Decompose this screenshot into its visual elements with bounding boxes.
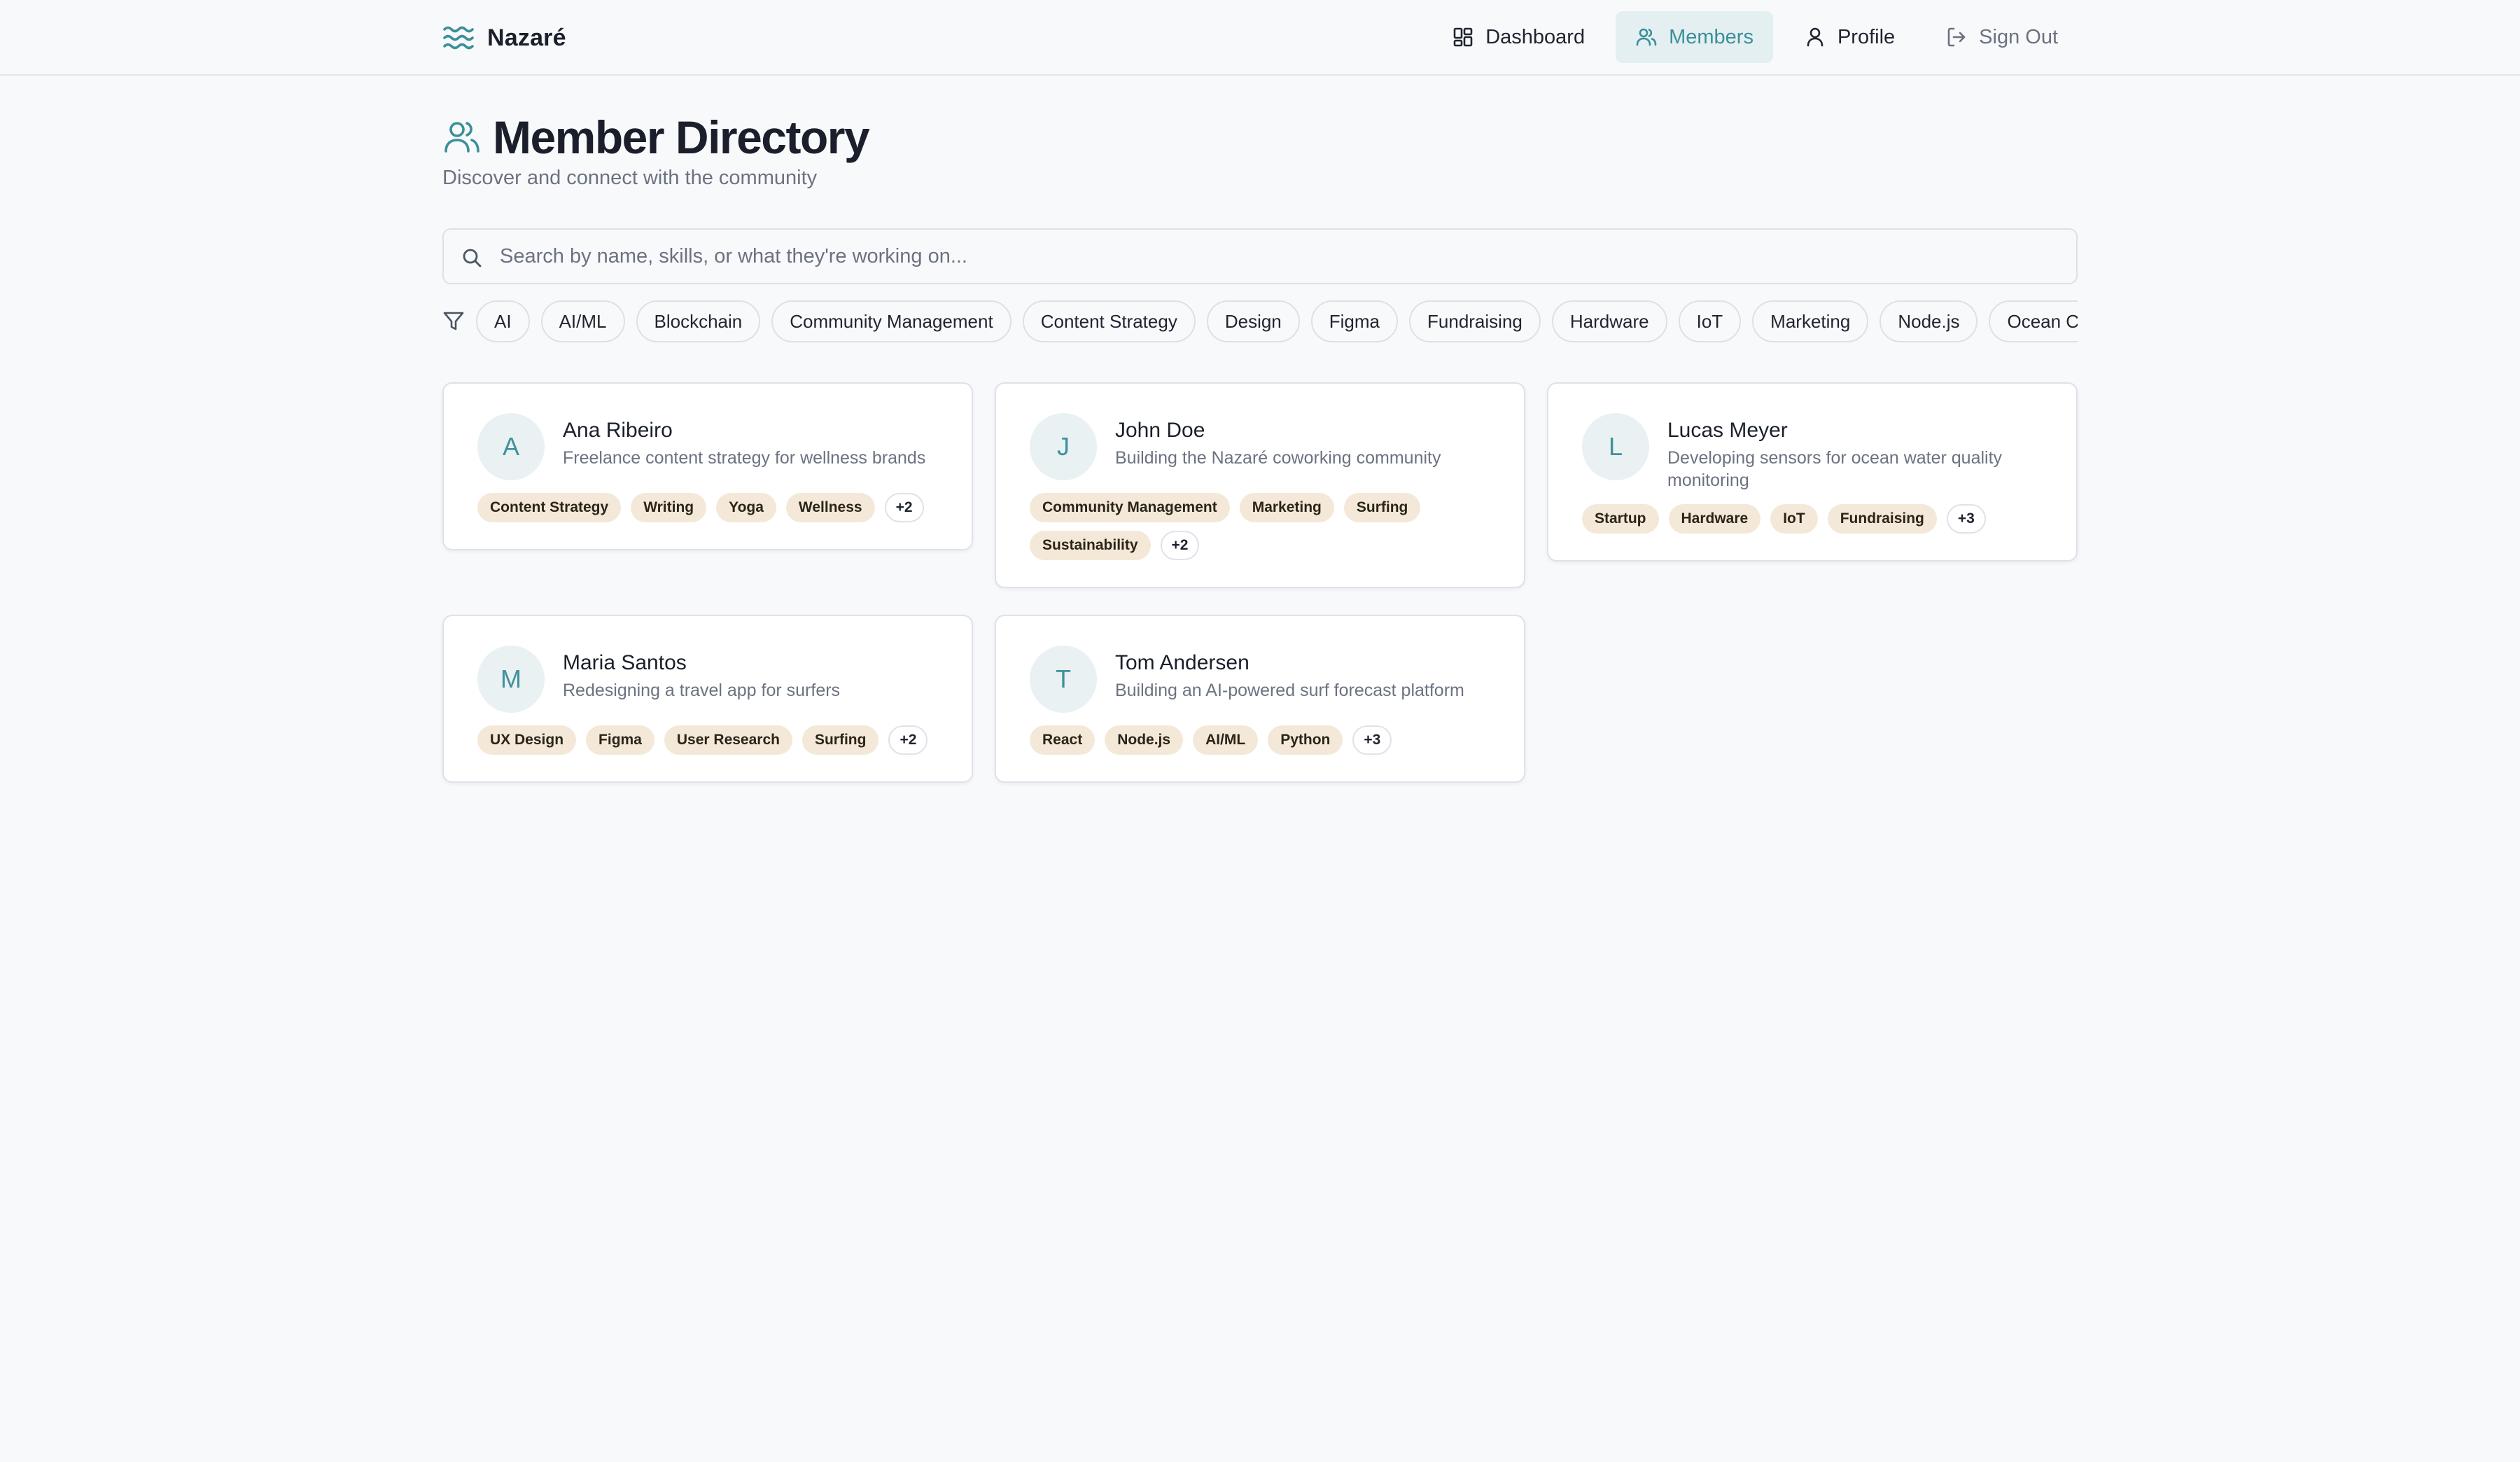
member-tags: Content Strategy Writing Yoga Wellness +… (477, 493, 939, 522)
search-icon (463, 249, 482, 267)
more-tags-badge: +3 (1352, 725, 1392, 755)
skill-tag: Figma (586, 725, 654, 755)
filter-chip-ai[interactable]: AI (476, 300, 530, 342)
skill-tag: Sustainability (1030, 531, 1151, 560)
filter-chip-iot[interactable]: IoT (1678, 300, 1742, 342)
brand-logo-link[interactable]: Nazaré (442, 20, 566, 56)
filter-chip-figma[interactable]: Figma (1310, 300, 1399, 342)
filter-chip-hardware[interactable]: Hardware (1551, 300, 1667, 342)
waves-icon (443, 26, 474, 50)
member-card[interactable]: M Maria Santos Redesigning a travel app … (442, 615, 973, 783)
skill-tag: Hardware (1668, 504, 1761, 534)
avatar: M (477, 646, 545, 713)
filter-chip-blockchain[interactable]: Blockchain (636, 300, 761, 342)
filter-chip-community-management[interactable]: Community Management (771, 300, 1011, 342)
member-name: Maria Santos (563, 651, 687, 674)
dashboard-grid-icon (1453, 27, 1473, 47)
sign-out-button[interactable]: Sign Out (1926, 11, 2078, 63)
nav-members-label: Members (1669, 25, 1754, 48)
filter-chip-design[interactable]: Design (1206, 300, 1300, 342)
main-nav: Dashboard Members Profile Sign Out (1432, 11, 2078, 63)
page-heading: Member Directory (442, 111, 870, 164)
skill-tag: UX Design (477, 725, 577, 755)
skill-tag: Content Strategy (477, 493, 622, 522)
skill-tag: React (1030, 725, 1096, 755)
search-box (442, 228, 2078, 284)
skill-tag: Marketing (1239, 493, 1334, 522)
filter-chip-fundraising[interactable]: Fundraising (1409, 300, 1541, 342)
skill-tag: Yoga (716, 493, 776, 522)
skill-tag: Node.js (1105, 725, 1184, 755)
avatar: L (1582, 413, 1649, 480)
member-name: John Doe (1115, 419, 1205, 442)
member-bio: Freelance content strategy for wellness … (563, 448, 926, 468)
log-out-icon (1947, 27, 1966, 47)
skill-tag: Wellness (785, 493, 875, 522)
member-card[interactable]: L Lucas Meyer Developing sensors for oce… (1547, 382, 2078, 562)
skill-tag: Surfing (802, 725, 879, 755)
filter-chip-list: AI AI/ML Blockchain Community Management… (476, 300, 2078, 342)
member-name: Tom Andersen (1115, 651, 1250, 674)
skill-tag: Fundraising (1827, 504, 1937, 534)
more-tags-badge: +2 (884, 493, 924, 522)
filter-chip-ai-ml[interactable]: AI/ML (540, 300, 625, 342)
skill-tag: Writing (631, 493, 707, 522)
skill-tag: User Research (664, 725, 792, 755)
nav-dashboard-label: Dashboard (1485, 25, 1586, 48)
filter-chip-marketing[interactable]: Marketing (1752, 300, 1869, 342)
users-icon (1636, 28, 1657, 46)
more-tags-badge: +2 (888, 725, 928, 755)
member-bio: Developing sensors for ocean water quali… (1667, 448, 2003, 490)
member-card[interactable]: T Tom Andersen Building an AI-powered su… (995, 615, 1525, 783)
filter-icon (443, 312, 464, 330)
search-input[interactable] (500, 230, 2054, 283)
member-card[interactable]: J John Doe Building the Nazaré coworking… (995, 382, 1525, 588)
member-tags: Community Management Marketing Surfing S… (1030, 493, 1492, 560)
skill-tag: AI/ML (1193, 725, 1259, 755)
member-tags: React Node.js AI/ML Python +3 (1030, 725, 1492, 755)
skill-filter-bar: AI AI/ML Blockchain Community Management… (442, 300, 2078, 343)
users-icon (444, 122, 479, 153)
top-navigation-bar: Nazaré Dashboard Members Profile Sign Ou… (0, 0, 2520, 76)
nav-profile[interactable]: Profile (1784, 11, 1914, 63)
filter-chip-content-strategy[interactable]: Content Strategy (1022, 300, 1196, 342)
user-icon (1807, 27, 1823, 47)
member-bio: Building an AI-powered surf forecast pla… (1115, 681, 1464, 700)
page-title: Member Directory (493, 111, 870, 163)
member-name: Lucas Meyer (1667, 419, 1788, 442)
sign-out-label: Sign Out (1979, 25, 2058, 48)
skill-tag: Startup (1582, 504, 1659, 534)
nav-members[interactable]: Members (1616, 11, 1773, 63)
skill-tag: Community Management (1030, 493, 1230, 522)
filter-chip-nodejs[interactable]: Node.js (1879, 300, 1978, 342)
avatar: A (477, 413, 545, 480)
member-bio: Redesigning a travel app for surfers (563, 681, 841, 700)
avatar: J (1030, 413, 1097, 480)
more-tags-badge: +3 (1946, 504, 1986, 534)
member-tags: UX Design Figma User Research Surfing +2 (477, 725, 939, 755)
member-bio: Building the Nazaré coworking community (1115, 448, 1441, 468)
page-subtitle: Discover and connect with the community (442, 167, 818, 189)
brand-name: Nazaré (487, 24, 566, 51)
skill-tag: Surfing (1343, 493, 1421, 522)
member-card[interactable]: A Ana Ribeiro Freelance content strategy… (442, 382, 973, 550)
skill-tag: Python (1268, 725, 1343, 755)
more-tags-badge: +2 (1160, 531, 1200, 560)
member-name: Ana Ribeiro (563, 419, 673, 442)
nav-profile-label: Profile (1837, 25, 1896, 48)
skill-tag: IoT (1770, 504, 1818, 534)
filter-chip-ocean-conservation[interactable]: Ocean Conservation (1989, 300, 2078, 342)
nav-dashboard[interactable]: Dashboard (1432, 11, 1604, 63)
member-tags: Startup Hardware IoT Fundraising +3 (1582, 504, 2044, 534)
avatar: T (1030, 646, 1097, 713)
